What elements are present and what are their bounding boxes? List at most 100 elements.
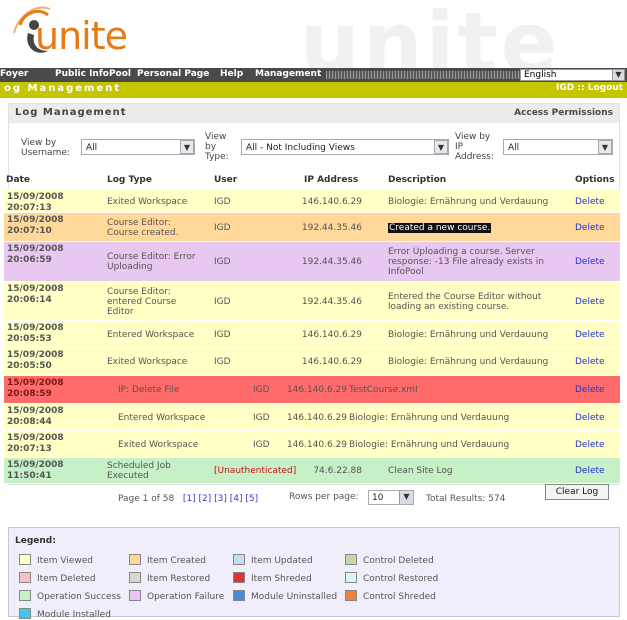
legend-swatch bbox=[233, 590, 245, 601]
col-description: Description bbox=[388, 175, 447, 185]
logo-area[interactable]: unite bbox=[0, 0, 152, 68]
log-ip: 146.140.6.29 bbox=[301, 329, 362, 340]
ip-filter-label: View by IP Address: bbox=[455, 132, 494, 162]
log-type: IP: Delete File bbox=[118, 385, 180, 395]
ip-filter-select[interactable]: All ▼ bbox=[503, 139, 613, 155]
delete-link[interactable]: Delete bbox=[575, 413, 605, 423]
table-header: Date Log Type User IP Address Descriptio… bbox=[4, 174, 620, 188]
table-row: 15/09/2008 20:06:14 Course Editor: entere… bbox=[4, 281, 620, 320]
rows-per-page-select[interactable]: 10 ▼ bbox=[368, 490, 414, 505]
log-description: Biologie: Ernährung und Verdauung bbox=[388, 196, 549, 207]
legend-label: Module Uninstalled bbox=[251, 592, 338, 602]
chevron-down-icon[interactable]: ▼ bbox=[598, 140, 612, 154]
page-link[interactable]: [1] bbox=[183, 494, 196, 504]
legend: Legend: Item Viewed Item Created Item Upda… bbox=[8, 527, 620, 620]
delete-link[interactable]: Delete bbox=[575, 357, 605, 367]
log-user: IGD bbox=[214, 329, 231, 340]
legend-item: Item Restored bbox=[129, 572, 210, 584]
legend-item: Operation Failure bbox=[129, 590, 224, 602]
log-date: 15/09/2008 11:50:41 bbox=[7, 460, 64, 481]
legend-title: Legend: bbox=[15, 536, 56, 546]
log-description: Biologie: Ernährung und Verdauung bbox=[388, 329, 549, 340]
log-description: Biologie: Ernährung und Verdauung bbox=[349, 412, 510, 423]
log-description: Error Uploading a course. Server respons… bbox=[388, 247, 544, 277]
legend-swatch bbox=[19, 590, 31, 601]
legend-label: Module Installed bbox=[37, 610, 111, 620]
log-ip: 146.140.6.29 bbox=[286, 385, 347, 395]
log-type: Course Editor: entered Course Editor bbox=[107, 286, 177, 317]
nav-divider bbox=[326, 71, 520, 79]
log-type: Entered Workspace bbox=[107, 329, 195, 340]
title-bar: og Management IGD :: Logout bbox=[0, 82, 627, 98]
legend-item: Control Deleted bbox=[345, 554, 434, 566]
col-log-type: Log Type bbox=[107, 175, 152, 185]
log-type: Course Editor: Error Uploading bbox=[107, 252, 196, 272]
log-ip: 192.44.35.46 bbox=[301, 296, 362, 307]
page-link[interactable]: [2] bbox=[198, 494, 211, 504]
table-row: 15/09/2008 20:05:53 Entered Workspace IGD 1… bbox=[4, 320, 620, 347]
delete-link[interactable]: Delete bbox=[575, 466, 605, 476]
log-user: IGD bbox=[214, 357, 231, 367]
legend-swatch bbox=[19, 572, 31, 583]
legend-label: Control Restored bbox=[363, 574, 439, 584]
chevron-down-icon[interactable]: ▼ bbox=[180, 140, 194, 154]
page-link[interactable]: [5] bbox=[245, 494, 258, 504]
pagination: Page 1 of 58 [1] [2] [3] [4] [5] bbox=[118, 494, 258, 504]
nav-management[interactable]: Management bbox=[255, 69, 321, 79]
delete-link[interactable]: Delete bbox=[575, 297, 605, 307]
language-select[interactable]: English ▼ bbox=[520, 69, 625, 81]
legend-swatch bbox=[129, 590, 141, 601]
legend-item: Operation Success bbox=[19, 590, 121, 602]
legend-item: Module Installed bbox=[19, 608, 111, 620]
type-filter-select[interactable]: All - Not Including Views ▼ bbox=[241, 139, 449, 155]
nav-help[interactable]: Help bbox=[220, 69, 243, 79]
main-nav: Foyer Public InfoPool Personal Page Help… bbox=[0, 68, 627, 82]
delete-link[interactable]: Delete bbox=[575, 197, 605, 207]
total-results: Total Results: 574 bbox=[426, 494, 506, 504]
page-link[interactable]: [3] bbox=[214, 494, 227, 504]
delete-link[interactable]: Delete bbox=[575, 223, 605, 233]
log-type: Exited Workspace bbox=[107, 196, 188, 207]
link-separator: :: bbox=[574, 83, 588, 93]
access-permissions-link[interactable]: Access Permissions bbox=[514, 108, 613, 118]
nav-public-infopool[interactable]: Public InfoPool bbox=[55, 69, 131, 79]
nav-personal-page[interactable]: Personal Page bbox=[137, 69, 209, 79]
rows-per-page-value: 10 bbox=[372, 493, 384, 503]
log-date: 15/09/2008 20:06:14 bbox=[7, 284, 64, 305]
legend-label: Operation Success bbox=[37, 592, 121, 602]
log-date: 15/09/2008 20:08:44 bbox=[7, 406, 64, 427]
log-date: 15/09/2008 20:07:10 bbox=[7, 215, 64, 236]
log-type: Exited Workspace bbox=[107, 357, 188, 367]
page-link[interactable]: [4] bbox=[230, 494, 243, 504]
page-title: og Management bbox=[4, 83, 122, 94]
legend-item: Module Uninstalled bbox=[233, 590, 337, 602]
username-filter-select[interactable]: All ▼ bbox=[81, 139, 195, 155]
col-date: Date bbox=[6, 175, 30, 185]
delete-link[interactable]: Delete bbox=[575, 257, 605, 267]
table-row: 15/09/2008 20:08:59 IP: Delete File IGD 146… bbox=[4, 375, 620, 403]
legend-item: Item Viewed bbox=[19, 554, 93, 566]
log-ip: 192.44.35.46 bbox=[301, 257, 362, 267]
legend-label: Item Viewed bbox=[37, 556, 93, 566]
delete-link[interactable]: Delete bbox=[575, 330, 605, 340]
chevron-down-icon[interactable]: ▼ bbox=[434, 140, 448, 154]
legend-label: Item Created bbox=[147, 556, 206, 566]
log-ip: 146.140.6.29 bbox=[301, 196, 362, 207]
chevron-down-icon[interactable]: ▼ bbox=[399, 491, 413, 504]
username: IGD bbox=[556, 83, 575, 93]
delete-link[interactable]: Delete bbox=[575, 440, 605, 450]
logout-link[interactable]: Logout bbox=[588, 83, 623, 93]
clear-log-button[interactable]: Clear Log bbox=[545, 484, 609, 500]
nav-foyer[interactable]: Foyer bbox=[0, 69, 28, 79]
legend-swatch bbox=[345, 554, 357, 565]
log-type: Course Editor: Course created. bbox=[107, 217, 179, 238]
legend-swatch bbox=[233, 554, 245, 565]
legend-item: Item Deleted bbox=[19, 572, 96, 584]
legend-label: Operation Failure bbox=[147, 592, 225, 602]
chevron-down-icon[interactable]: ▼ bbox=[612, 70, 624, 80]
legend-item: Control Restored bbox=[345, 572, 438, 584]
legend-label: Item Deleted bbox=[37, 574, 96, 584]
log-user: IGD bbox=[214, 257, 231, 267]
delete-link[interactable]: Delete bbox=[575, 385, 605, 395]
legend-item: Item Created bbox=[129, 554, 206, 566]
